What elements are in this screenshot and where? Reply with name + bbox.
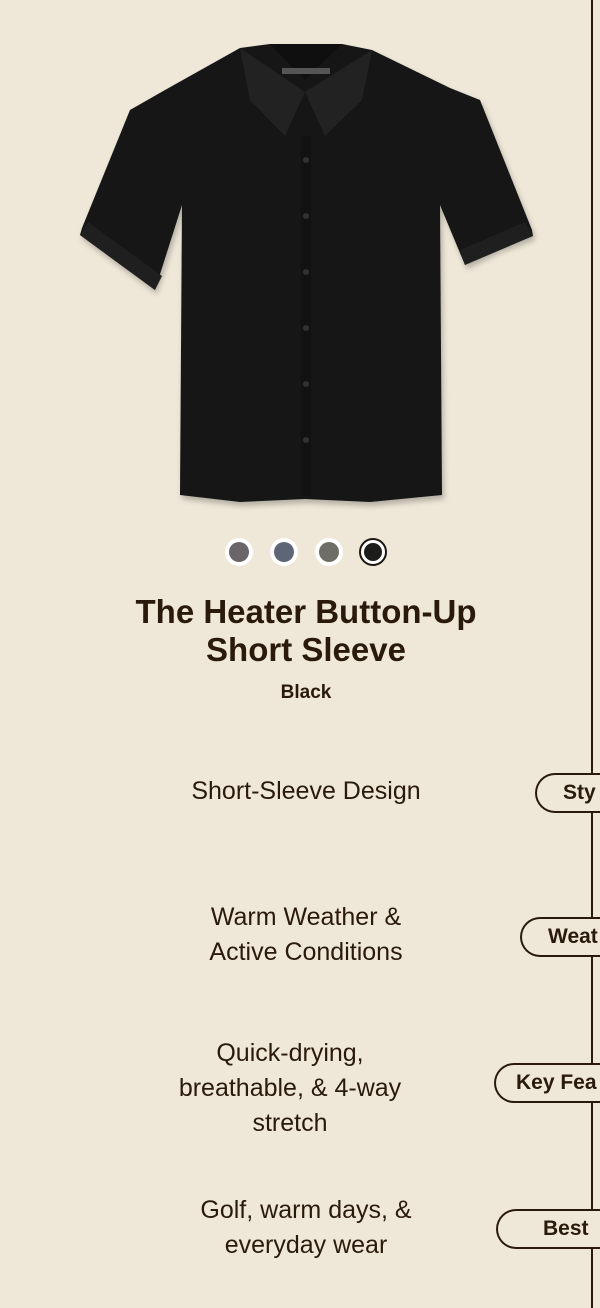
feature-style-value: Short-Sleeve Design <box>110 774 502 809</box>
feature-weather-line-1: Warm Weather & <box>210 903 402 931</box>
swatch-slate-blue[interactable] <box>270 538 298 566</box>
product-image <box>70 40 540 510</box>
swatch-olive-grey[interactable] <box>315 538 343 566</box>
swatch-color-dot <box>274 542 294 562</box>
feature-key-line-3: stretch <box>252 1109 328 1137</box>
product-title-line-2: Short Sleeve <box>206 631 406 668</box>
product-title-line-1: The Heater Button-Up <box>135 593 477 630</box>
feature-best-line-2: everyday wear <box>224 1231 388 1259</box>
feature-best-line-1: Golf, warm days, & <box>200 1196 412 1224</box>
feature-style-line-1: Short-Sleeve Design <box>191 777 421 805</box>
product-title: The Heater Button-Up Short Sleeve <box>0 593 600 669</box>
swatch-charcoal-purple[interactable] <box>225 538 253 566</box>
feature-key-line-2: breathable, & 4-way <box>178 1074 402 1102</box>
product-detail-page: The Heater Button-Up Short Sleeve Black … <box>0 0 600 1308</box>
feature-key-features-value: Quick-drying, breathable, & 4-way stretc… <box>100 1036 480 1141</box>
tab-best-for[interactable]: Best <box>496 1209 600 1249</box>
swatch-black[interactable] <box>359 538 387 566</box>
tab-weather[interactable]: Weat <box>520 917 600 957</box>
tab-key-features[interactable]: Key Fea <box>494 1063 600 1103</box>
feature-weather-line-2: Active Conditions <box>209 938 403 966</box>
feature-weather-value: Warm Weather & Active Conditions <box>110 900 502 970</box>
feature-key-line-1: Quick-drying, <box>216 1039 364 1067</box>
shirt-illustration <box>80 44 533 502</box>
tab-style[interactable]: Sty <box>535 773 600 813</box>
swatch-color-dot <box>229 542 249 562</box>
swatch-color-dot <box>364 543 382 561</box>
swatch-color-dot <box>319 542 339 562</box>
feature-best-for-value: Golf, warm days, & everyday wear <box>110 1193 502 1263</box>
selected-color-name: Black <box>280 682 332 703</box>
color-swatches <box>0 538 600 568</box>
